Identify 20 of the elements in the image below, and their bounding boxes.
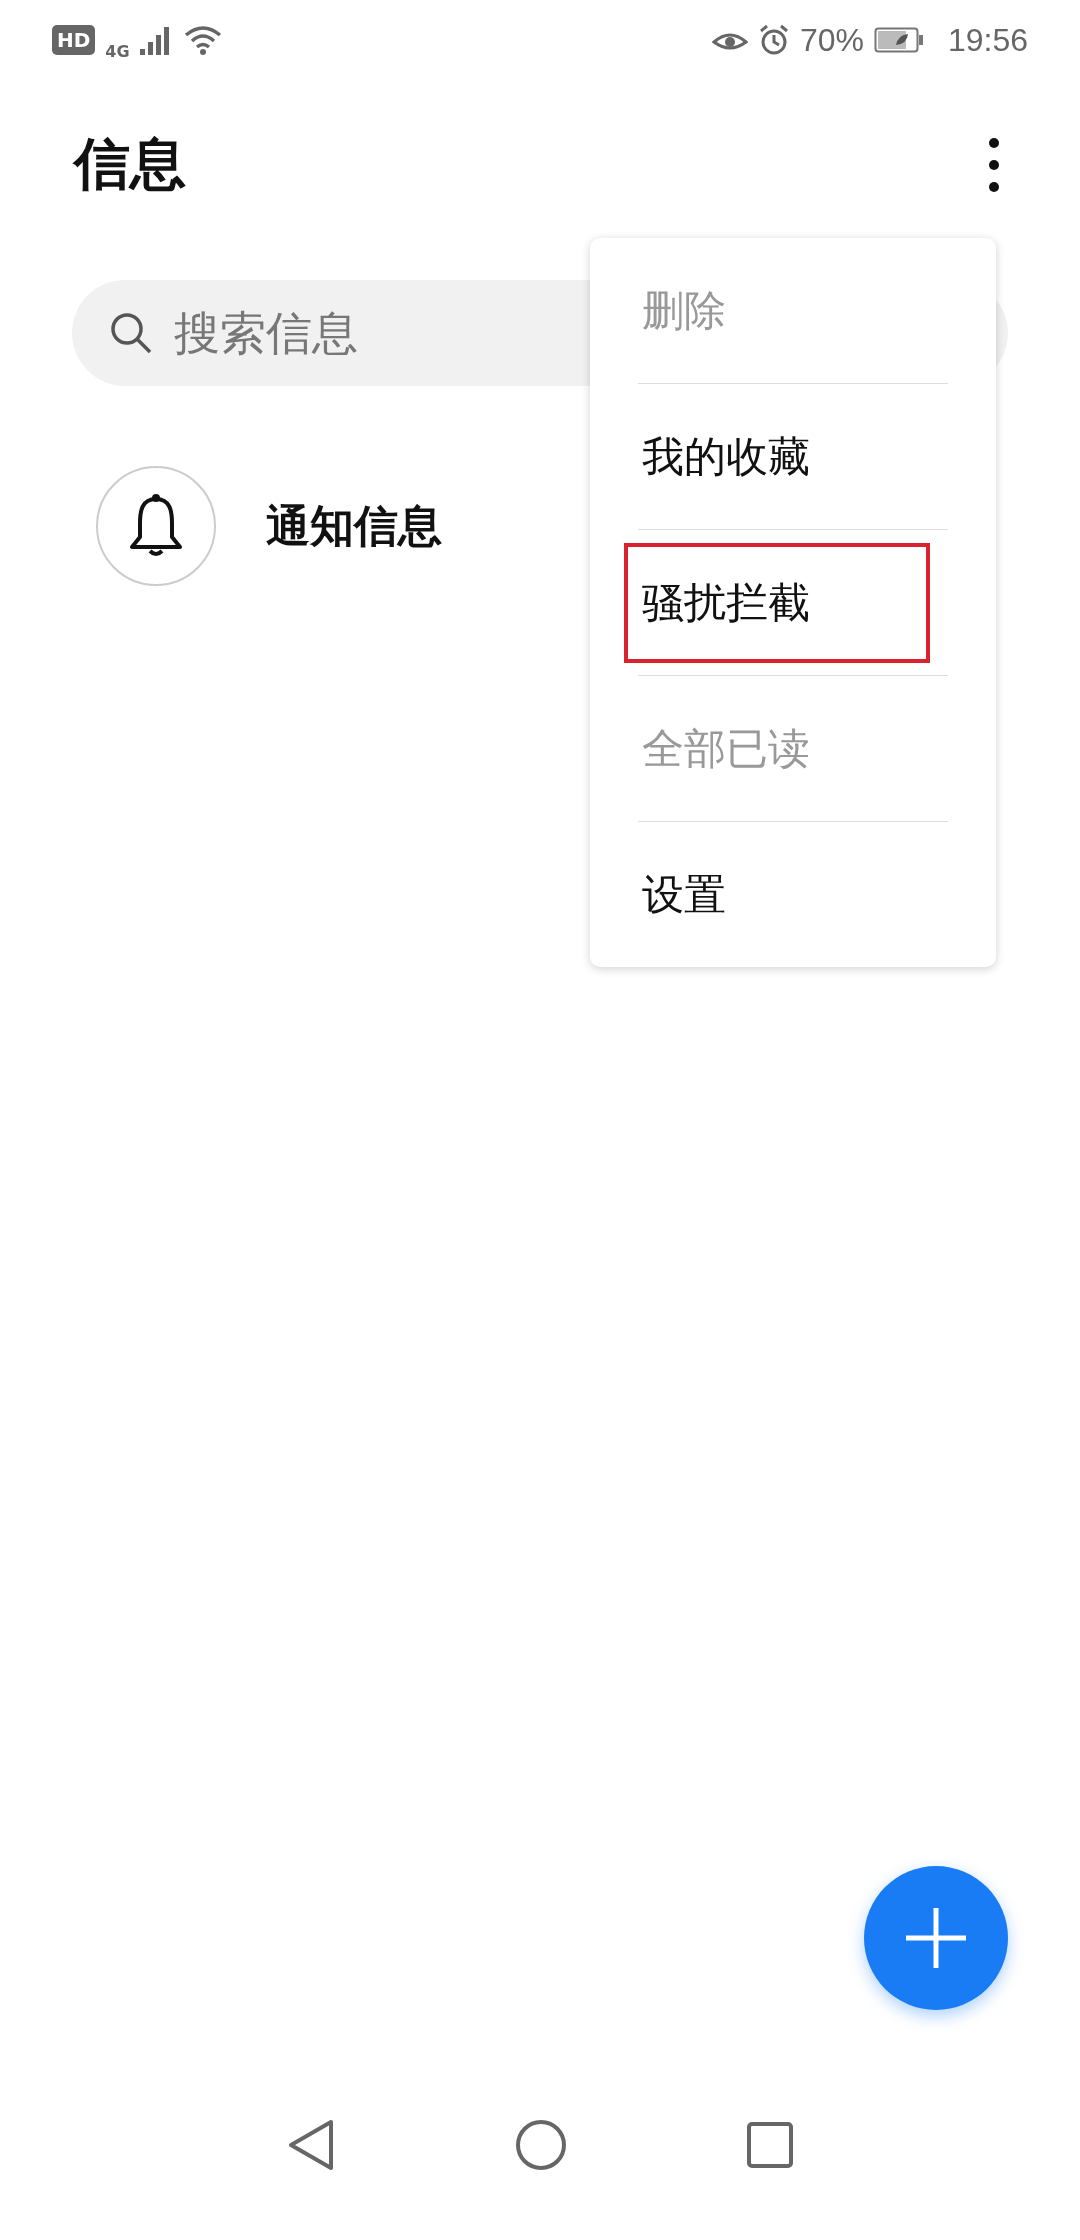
search-icon (108, 310, 154, 356)
conversation-item[interactable]: 通知信息 (96, 466, 442, 586)
clock: 19:56 (947, 21, 1028, 59)
home-icon[interactable] (515, 2119, 567, 2171)
recents-icon[interactable] (747, 2122, 793, 2168)
wifi-icon (183, 25, 222, 55)
menu-item[interactable]: 骚扰拦截 (624, 542, 930, 663)
back-icon[interactable] (287, 2119, 335, 2171)
menu-item[interactable]: 设置 (624, 834, 930, 955)
plus-icon (904, 1906, 968, 1970)
page-title: 信息 (74, 130, 186, 198)
battery-icon (873, 27, 924, 53)
hd-indicator: HD (52, 25, 96, 55)
menu-item[interactable]: 我的收藏 (624, 396, 930, 517)
alarm-icon (757, 24, 790, 56)
new-message-button[interactable] (864, 1866, 1008, 2010)
network-type: 4G (105, 41, 130, 61)
battery-percent: 70% (799, 21, 864, 59)
conversation-name: 通知信息 (266, 498, 442, 553)
more-options-icon[interactable] (988, 137, 1000, 193)
